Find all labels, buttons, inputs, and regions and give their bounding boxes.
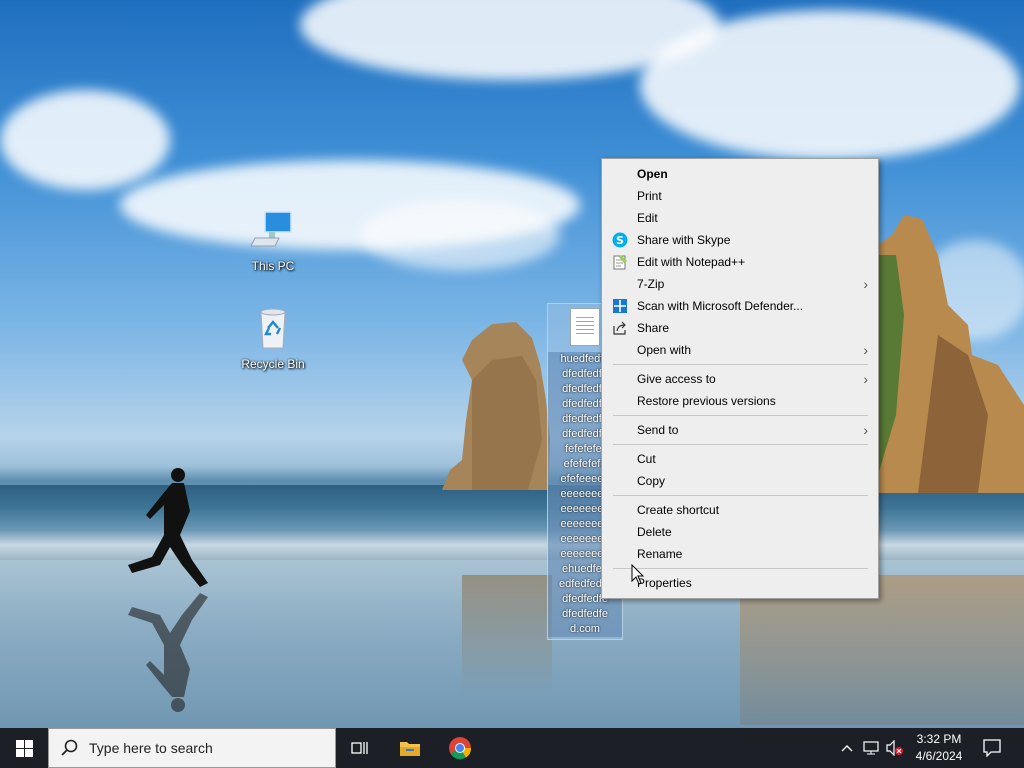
menu-separator [613,364,868,365]
chevron-right-icon: › [863,276,868,292]
search-placeholder: Type here to search [89,740,213,756]
menu-item-label: Cut [637,452,656,466]
desktop-icon-label: This PC [251,259,295,273]
menu-item-edit[interactable]: Edit [602,207,878,229]
menu-item-label: Properties [637,576,692,590]
menu-item-7-zip[interactable]: 7-Zip › [602,273,878,295]
file-name-line: d.com [570,623,600,635]
chevron-right-icon: › [863,371,868,387]
task-view-button[interactable] [340,728,380,768]
menu-item-label: Restore previous versions [637,394,776,408]
chevron-right-icon: › [863,342,868,358]
menu-item-label: Print [637,189,662,203]
start-button[interactable] [0,728,48,768]
volume-muted-icon [886,740,903,756]
menu-item-share-with-skype[interactable]: S Share with Skype [602,229,878,251]
network-button[interactable] [860,728,882,768]
menu-item-print[interactable]: Print [602,185,878,207]
menu-item-label: Rename [637,547,683,561]
skype-icon: S [612,232,628,248]
cloud [640,10,1020,160]
menu-item-share[interactable]: Share [602,317,878,339]
clock-time: 3:32 PM [916,732,962,746]
rock-right [878,215,1024,493]
menu-item-label: Give access to [637,372,716,386]
menu-item-label: Scan with Microsoft Defender... [637,299,804,313]
rock-left-reflection [462,575,552,695]
computer-icon [250,211,292,247]
recycle-bin-icon [260,308,286,349]
menu-item-label: Open with [637,343,692,357]
menu-item-create-shortcut[interactable]: Create shortcut [602,499,878,521]
clock-date: 4/6/2024 [915,749,963,763]
menu-item-open-with[interactable]: Open with › [602,339,878,361]
defender-shield-icon [612,298,628,314]
menu-item-give-access-to[interactable]: Give access to › [602,368,878,390]
menu-item-label: Edit with Notepad++ [637,255,746,269]
menu-separator [613,415,868,416]
context-menu: Open Print Edit S Share with Skype Edit with … [601,158,879,599]
menu-item-label: 7-Zip [637,277,665,291]
show-hidden-icons-button[interactable] [838,728,856,768]
search-icon [61,739,78,756]
cloud [0,90,170,190]
rock-left [442,322,550,490]
volume-button[interactable] [884,728,906,768]
file-explorer-icon [400,742,420,756]
menu-item-send-to[interactable]: Send to › [602,419,878,441]
svg-text:S: S [616,234,624,247]
notifications-button[interactable] [978,728,1006,768]
text-document-icon [570,308,600,346]
menu-item-restore-previous-versions[interactable]: Restore previous versions [602,390,878,412]
file-name-line: dfedfedfe [562,608,608,620]
taskbar: Type here to search 3:32 PM 4/6/2024 [0,728,1024,768]
chrome-icon [449,737,472,760]
cloud [360,200,560,270]
menu-separator [613,568,868,569]
menu-item-label: Open [637,167,668,181]
menu-item-label: Share [637,321,670,335]
notepad-plus-plus-icon [612,254,628,270]
runner-silhouette [128,468,208,712]
menu-item-label: Share with Skype [637,233,731,247]
network-icon [863,741,879,755]
menu-item-delete[interactable]: Delete [602,521,878,543]
menu-item-label: Delete [637,525,672,539]
menu-item-rename[interactable]: Rename [602,543,878,565]
clock[interactable]: 3:32 PM 4/6/2024 [905,731,973,765]
menu-item-label: Create shortcut [637,503,720,517]
menu-item-edit-with-notepad[interactable]: Edit with Notepad++ [602,251,878,273]
menu-separator [613,444,868,445]
menu-item-open[interactable]: Open [602,163,878,185]
chrome-button[interactable] [440,728,480,768]
menu-item-copy[interactable]: Copy [602,470,878,492]
mouse-cursor [631,564,645,585]
file-explorer-button[interactable] [390,728,430,768]
menu-item-label: Send to [637,423,679,437]
taskbar-search-box[interactable]: Type here to search [48,728,336,768]
menu-item-cut[interactable]: Cut [602,448,878,470]
chevron-up-icon [841,745,853,752]
desktop-icon-recycle-bin[interactable]: Recycle Bin [235,306,311,371]
desktop-icon-label: Recycle Bin [241,357,305,371]
menu-item-scan-with-microsoft-defender[interactable]: Scan with Microsoft Defender... [602,295,878,317]
notifications-icon [983,739,1001,757]
menu-separator [613,495,868,496]
desktop-icon-this-pc[interactable]: This PC [235,208,311,273]
chevron-right-icon: › [863,422,868,438]
share-icon [612,320,628,336]
menu-item-label: Edit [637,211,658,225]
task-view-icon [351,742,368,754]
menu-item-label: Copy [637,474,666,488]
windows-logo-icon [15,739,33,757]
